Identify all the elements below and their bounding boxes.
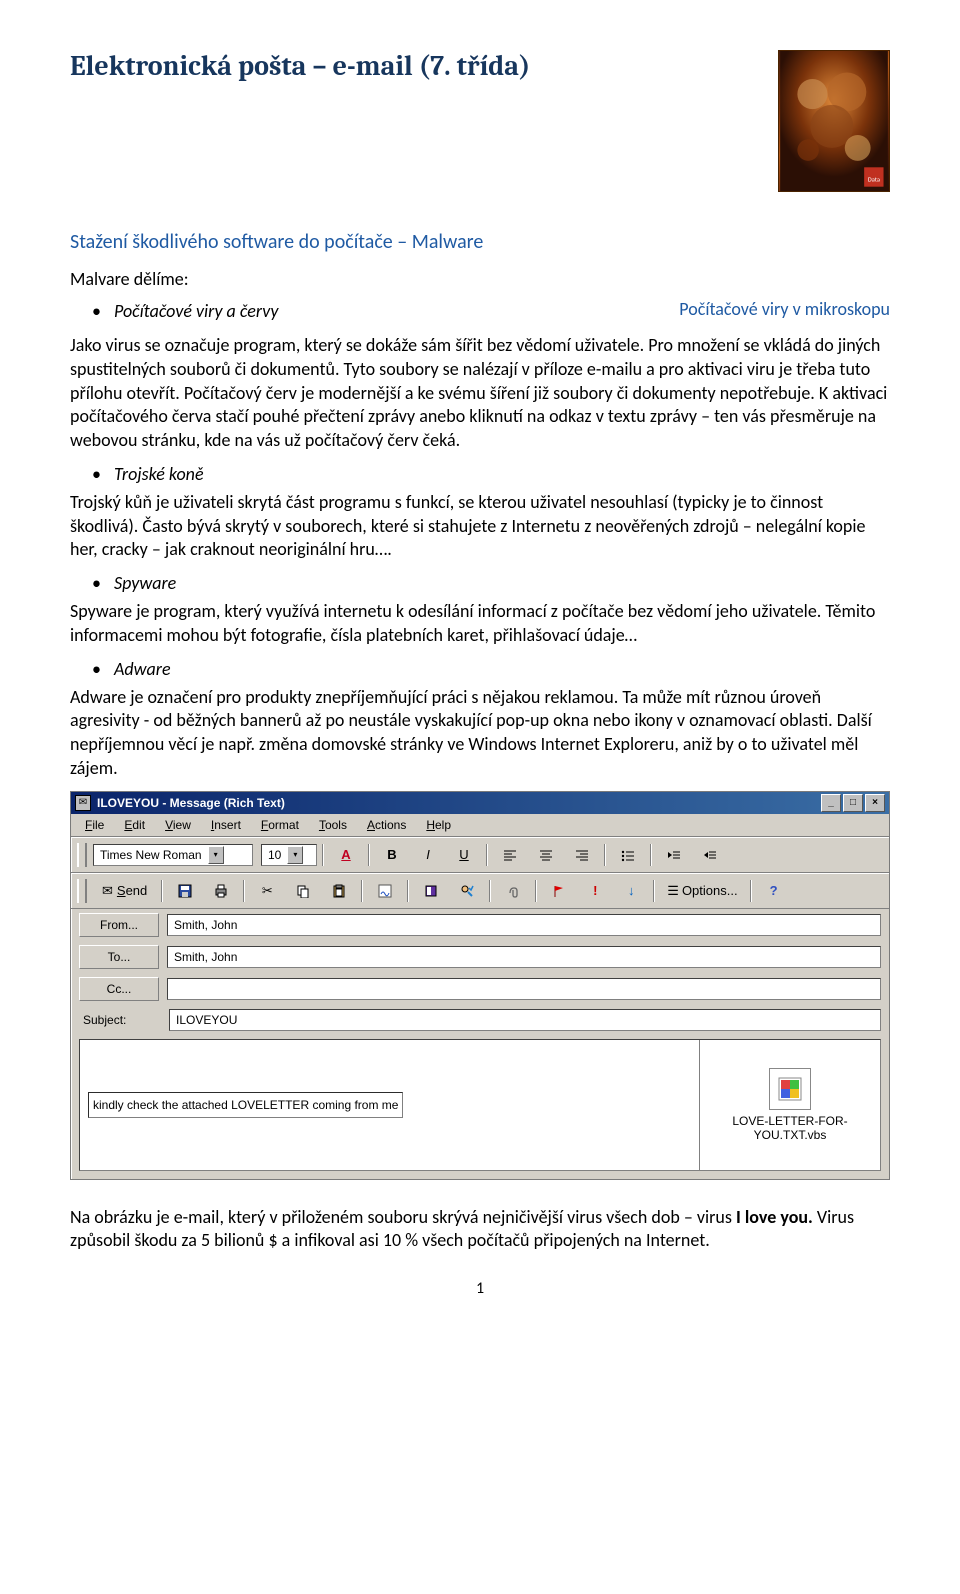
minimize-button[interactable]: _ <box>821 794 841 812</box>
menu-tools[interactable]: Tools <box>311 816 355 834</box>
microscope-image: Data <box>778 50 890 192</box>
font-name-value: Times New Roman <box>100 848 202 862</box>
font-color-button[interactable]: A <box>329 842 363 868</box>
signature-button[interactable] <box>368 878 402 904</box>
font-size-combo[interactable]: 10 ▾ <box>261 844 317 866</box>
underline-button[interactable]: U <box>447 842 481 868</box>
para-adware: Adware je označení pro produkty znepříje… <box>70 686 890 781</box>
importance-low-button[interactable]: ↓ <box>614 878 648 904</box>
bullet-adware: Adware <box>70 658 890 680</box>
maximize-button[interactable]: □ <box>843 794 863 812</box>
font-size-value: 10 <box>268 848 281 862</box>
from-field[interactable]: Smith, John <box>167 914 881 936</box>
menu-view[interactable]: View <box>157 816 199 834</box>
action-toolbar: ✉Send ✂ ! ↓ ☰Options... ? <box>71 873 889 909</box>
address-book-button[interactable] <box>414 878 448 904</box>
bullet-spyware: Spyware <box>70 572 890 594</box>
flag-button[interactable] <box>542 878 576 904</box>
align-right-button[interactable] <box>565 842 599 868</box>
copy-button[interactable] <box>286 878 320 904</box>
para-trojske: Trojský kůň je uživateli skrytá část pro… <box>70 491 890 562</box>
para-spyware: Spyware je program, který využívá intern… <box>70 600 890 648</box>
decrease-indent-button[interactable] <box>657 842 691 868</box>
menu-format[interactable]: Format <box>253 816 307 834</box>
chevron-down-icon: ▾ <box>287 846 303 864</box>
intro-label: Malvare dělíme: <box>70 268 189 290</box>
importance-high-button[interactable]: ! <box>578 878 612 904</box>
menu-actions[interactable]: Actions <box>359 816 414 834</box>
bullets-button[interactable] <box>611 842 645 868</box>
check-names-button[interactable] <box>450 878 484 904</box>
align-left-button[interactable] <box>493 842 527 868</box>
font-toolbar: Times New Roman ▾ 10 ▾ A B I U <box>71 837 889 873</box>
send-button[interactable]: ✉Send <box>93 878 156 904</box>
attach-button[interactable] <box>496 878 530 904</box>
paste-button[interactable] <box>322 878 356 904</box>
subject-field[interactable]: ILOVEYOU <box>169 1009 881 1031</box>
para-viry: Jako virus se označuje program, který se… <box>70 334 890 453</box>
print-button[interactable] <box>204 878 238 904</box>
window-app-icon: ✉ <box>75 795 91 811</box>
menubar: File Edit View Insert Format Tools Actio… <box>71 814 889 837</box>
align-center-button[interactable] <box>529 842 563 868</box>
bold-button[interactable]: B <box>375 842 409 868</box>
to-button[interactable]: To... <box>79 945 159 969</box>
cut-button[interactable]: ✂ <box>250 878 284 904</box>
menu-help[interactable]: Help <box>418 816 459 834</box>
to-field[interactable]: Smith, John <box>167 946 881 968</box>
attachment-icon[interactable] <box>769 1068 811 1110</box>
bullet-viry: Počítačové viry a červy <box>70 300 278 322</box>
close-button[interactable]: × <box>865 794 885 812</box>
options-button[interactable]: ☰Options... <box>660 878 744 904</box>
italic-button[interactable]: I <box>411 842 445 868</box>
subject-label: Subject: <box>79 1013 161 1027</box>
increase-indent-button[interactable] <box>693 842 727 868</box>
font-name-combo[interactable]: Times New Roman ▾ <box>93 844 253 866</box>
page-number: 1 <box>70 1279 890 1298</box>
svg-text:Data: Data <box>868 175 880 183</box>
save-button[interactable] <box>168 878 202 904</box>
bullet-trojske: Trojské koně <box>70 463 890 485</box>
help-button[interactable]: ? <box>757 878 791 904</box>
section-subheading: Stažení škodlivého software do počítače … <box>70 230 890 254</box>
menu-edit[interactable]: Edit <box>116 816 153 834</box>
window-title: ILOVEYOU - Message (Rich Text) <box>97 796 821 810</box>
window-titlebar: ✉ ILOVEYOU - Message (Rich Text) _ □ × <box>71 792 889 814</box>
image-caption: Počítačové viry v mikroskopu <box>679 298 890 320</box>
page-title: Elektronická pošta – e-mail (7. třída) <box>70 50 530 82</box>
cc-button[interactable]: Cc... <box>79 977 159 1001</box>
cc-field[interactable] <box>167 978 881 1000</box>
email-body-area[interactable]: kindly check the attached LOVELETTER com… <box>79 1039 881 1171</box>
toolbar-handle[interactable] <box>77 879 87 903</box>
body-text-input[interactable]: kindly check the attached LOVELETTER com… <box>88 1092 403 1118</box>
closing-paragraph: Na obrázku je e-mail, který v přiloženém… <box>70 1206 890 1254</box>
chevron-down-icon: ▾ <box>208 846 224 864</box>
toolbar-handle[interactable] <box>77 843 87 867</box>
from-button[interactable]: From... <box>79 913 159 937</box>
attachment-name: LOVE-LETTER-FOR-YOU.TXT.vbs <box>700 1114 880 1142</box>
attachment-pane: LOVE-LETTER-FOR-YOU.TXT.vbs <box>700 1040 880 1170</box>
email-window: ✉ ILOVEYOU - Message (Rich Text) _ □ × F… <box>70 791 890 1180</box>
menu-file[interactable]: File <box>77 816 112 834</box>
menu-insert[interactable]: Insert <box>203 816 249 834</box>
